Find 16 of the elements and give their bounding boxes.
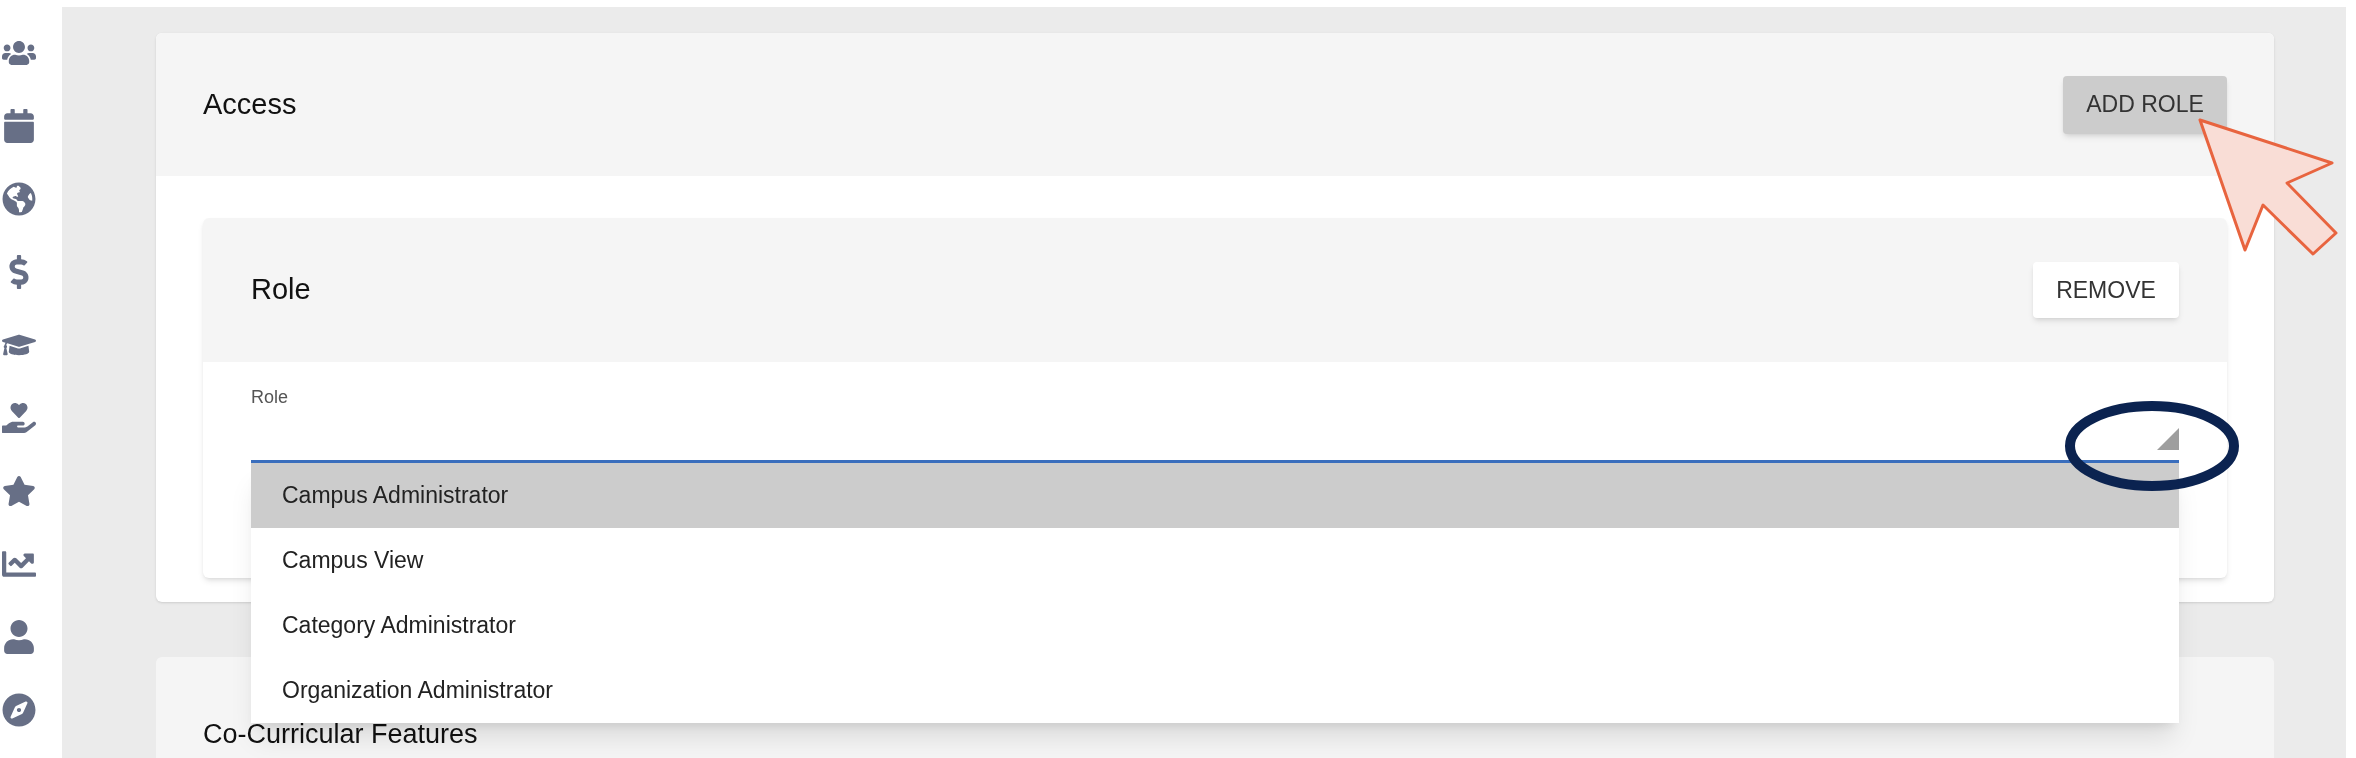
user-icon[interactable]: [2, 620, 36, 654]
hand-heart-icon[interactable]: [2, 401, 36, 435]
field-label: Role: [251, 386, 290, 409]
menu-item[interactable]: Campus View: [251, 528, 2179, 593]
add-role-button[interactable]: ADD ROLE: [2063, 75, 2227, 134]
compass-icon[interactable]: [2, 693, 36, 727]
calendar-icon[interactable]: [2, 109, 36, 143]
section-title: Access: [203, 86, 297, 122]
globe-icon[interactable]: [2, 182, 36, 216]
menu-item[interactable]: Category Administrator: [251, 593, 2179, 658]
caret-icon: [2157, 428, 2179, 450]
card-title: Role: [251, 272, 311, 308]
star-icon[interactable]: [2, 474, 36, 508]
remove-button[interactable]: REMOVE: [2033, 262, 2179, 318]
menu-item[interactable]: Campus Administrator: [251, 463, 2179, 528]
menu-item[interactable]: Organization Administrator: [251, 658, 2179, 723]
